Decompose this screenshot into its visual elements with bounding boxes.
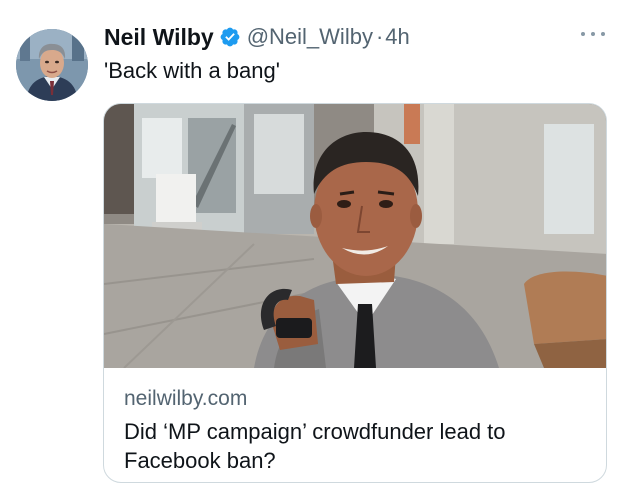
author-display-name[interactable]: Neil Wilby — [104, 24, 214, 51]
more-options-icon[interactable] — [581, 27, 605, 41]
tweet-timestamp[interactable]: 4h — [385, 24, 409, 50]
verified-badge-icon — [219, 26, 241, 48]
avatar-photo — [16, 29, 88, 101]
link-domain: neilwilby.com — [124, 387, 248, 410]
author-handle[interactable]: @Neil_Wilby — [247, 24, 373, 50]
link-preview-image[interactable] — [104, 104, 606, 368]
more-dot — [601, 32, 605, 36]
separator-dot: · — [375, 24, 384, 49]
link-title[interactable]: Did ‘MP campaign’ crowdfunder lead to Fa… — [124, 417, 594, 475]
author-avatar[interactable] — [16, 29, 88, 101]
tweet: Neil Wilby @Neil_Wilby · 4h 'Back with a… — [0, 0, 627, 493]
more-dot — [591, 32, 595, 36]
tweet-text: 'Back with a bang' — [104, 58, 280, 83]
more-dot — [581, 32, 585, 36]
link-preview-card[interactable]: neilwilby.com Did ‘MP campaign’ crowdfun… — [103, 103, 607, 483]
link-preview-photo — [104, 104, 606, 368]
tweet-header: Neil Wilby @Neil_Wilby · 4h — [104, 20, 410, 54]
